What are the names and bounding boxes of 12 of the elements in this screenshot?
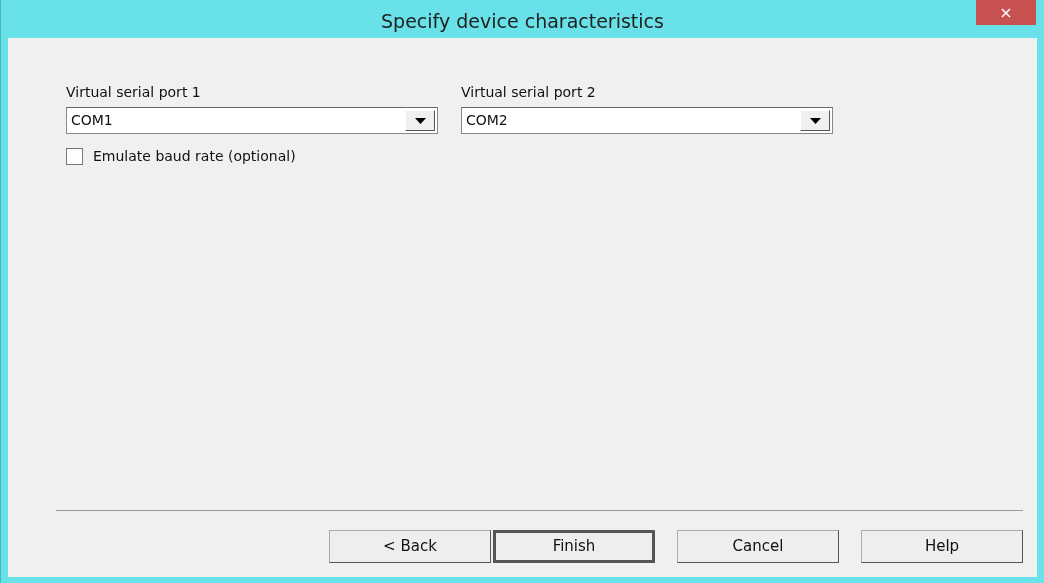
port-dropdown[interactable]: COM1 (66, 107, 438, 134)
dialog-button[interactable]: < Back (329, 530, 491, 563)
checkbox-label: Emulate baud rate (optional) (93, 147, 296, 166)
close-button[interactable]: × (976, 0, 1036, 25)
field-label: Virtual serial port 2 (461, 83, 597, 102)
port-dropdown[interactable]: COM2 (461, 107, 833, 134)
field-label: Virtual serial port 1 (66, 83, 202, 102)
window-title: Specify device characteristics (381, 8, 664, 34)
checkbox[interactable] (66, 148, 83, 165)
dialog-button[interactable]: Finish (493, 530, 655, 563)
dialog-button[interactable]: Cancel (677, 530, 839, 563)
dialog-button[interactable]: Help (861, 530, 1023, 563)
